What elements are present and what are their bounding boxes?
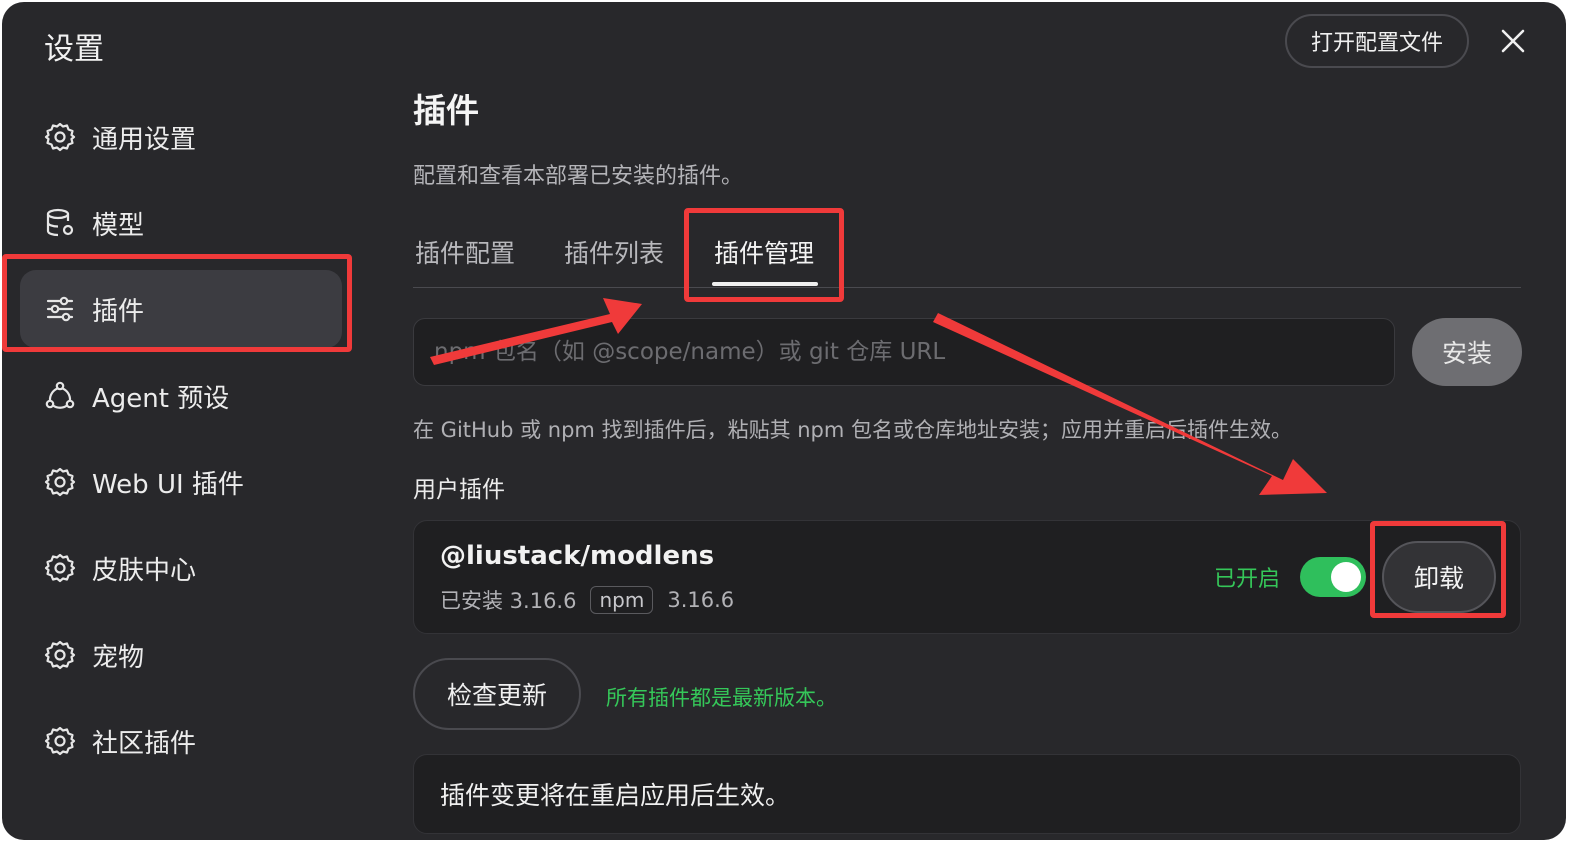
sidebar-item-plugins[interactable]: 插件 bbox=[20, 270, 342, 348]
sidebar-item-community-plugins[interactable]: 社区插件 bbox=[20, 702, 342, 780]
update-status: 所有插件都是最新版本。 bbox=[606, 686, 837, 710]
sidebar-item-label: 皮肤中心 bbox=[92, 555, 197, 586]
sidebar-item-agent-presets[interactable]: Agent 预设 bbox=[20, 357, 342, 435]
sidebar-item-models[interactable]: 模型 bbox=[20, 184, 342, 262]
tabs-divider bbox=[413, 287, 1521, 288]
agent-network-icon bbox=[42, 378, 78, 414]
tab-plugin-config[interactable]: 插件配置 bbox=[415, 234, 515, 270]
sidebar-item-general[interactable]: 通用设置 bbox=[20, 98, 342, 176]
window-title: 设置 bbox=[44, 32, 104, 67]
close-button[interactable] bbox=[1492, 20, 1534, 62]
toggle-knob bbox=[1331, 562, 1361, 592]
sidebar-item-label: Web UI 插件 bbox=[92, 469, 244, 500]
latest-version: 3.16.6 bbox=[667, 588, 735, 612]
sidebar-item-label: 通用设置 bbox=[92, 124, 197, 155]
installed-version: 已安装 3.16.6 bbox=[440, 589, 577, 613]
plugin-status: 已开启 bbox=[1214, 567, 1281, 592]
gear-icon bbox=[42, 119, 78, 155]
user-plugins-heading: 用户插件 bbox=[413, 477, 505, 503]
sidebar-item-pets[interactable]: 宠物 bbox=[20, 616, 342, 694]
sidebar-item-label: Agent 预设 bbox=[92, 383, 230, 414]
sidebar-item-label: 宠物 bbox=[92, 642, 145, 673]
sidebar-item-label: 模型 bbox=[92, 210, 145, 241]
sidebar-item-label: 插件 bbox=[92, 296, 145, 327]
gear-icon bbox=[42, 550, 78, 586]
tab-plugin-management[interactable]: 插件管理 bbox=[714, 234, 814, 270]
sidebar-item-skin-center[interactable]: 皮肤中心 bbox=[20, 529, 342, 607]
install-hint: 在 GitHub 或 npm 找到插件后，粘贴其 npm 包名或仓库地址安装；应… bbox=[413, 418, 1293, 442]
sliders-icon bbox=[42, 291, 78, 327]
gear-icon bbox=[42, 723, 78, 759]
close-icon bbox=[1501, 29, 1525, 53]
database-gear-icon bbox=[42, 205, 78, 241]
uninstall-button[interactable]: 卸载 bbox=[1382, 541, 1496, 613]
gear-icon bbox=[42, 637, 78, 673]
settings-window: 设置 打开配置文件 通用设置 模型 插件 Agent 预设 Web UI 插件 bbox=[2, 2, 1566, 840]
open-config-file-button[interactable]: 打开配置文件 bbox=[1285, 14, 1469, 68]
restart-notice: 插件变更将在重启应用后生效。 bbox=[413, 754, 1521, 834]
sidebar-item-label: 社区插件 bbox=[92, 728, 197, 759]
package-input[interactable] bbox=[413, 318, 1395, 386]
plugin-meta: 已安装 3.16.6 npm 3.16.6 bbox=[440, 585, 734, 615]
page-description: 配置和查看本部署已安装的插件。 bbox=[413, 164, 744, 189]
page-title: 插件 bbox=[413, 91, 479, 130]
sidebar-item-webui-plugins[interactable]: Web UI 插件 bbox=[20, 443, 342, 521]
active-tab-indicator bbox=[712, 282, 818, 286]
install-button[interactable]: 安装 bbox=[1412, 318, 1522, 386]
gear-icon bbox=[42, 464, 78, 500]
source-badge: npm bbox=[590, 586, 654, 614]
tab-plugin-list[interactable]: 插件列表 bbox=[564, 234, 664, 270]
plugin-name: @liustack/modlens bbox=[440, 541, 715, 571]
plugin-enable-toggle[interactable] bbox=[1300, 557, 1366, 597]
plugin-card: @liustack/modlens 已安装 3.16.6 npm 3.16.6 … bbox=[413, 520, 1521, 634]
check-updates-button[interactable]: 检查更新 bbox=[413, 658, 581, 730]
